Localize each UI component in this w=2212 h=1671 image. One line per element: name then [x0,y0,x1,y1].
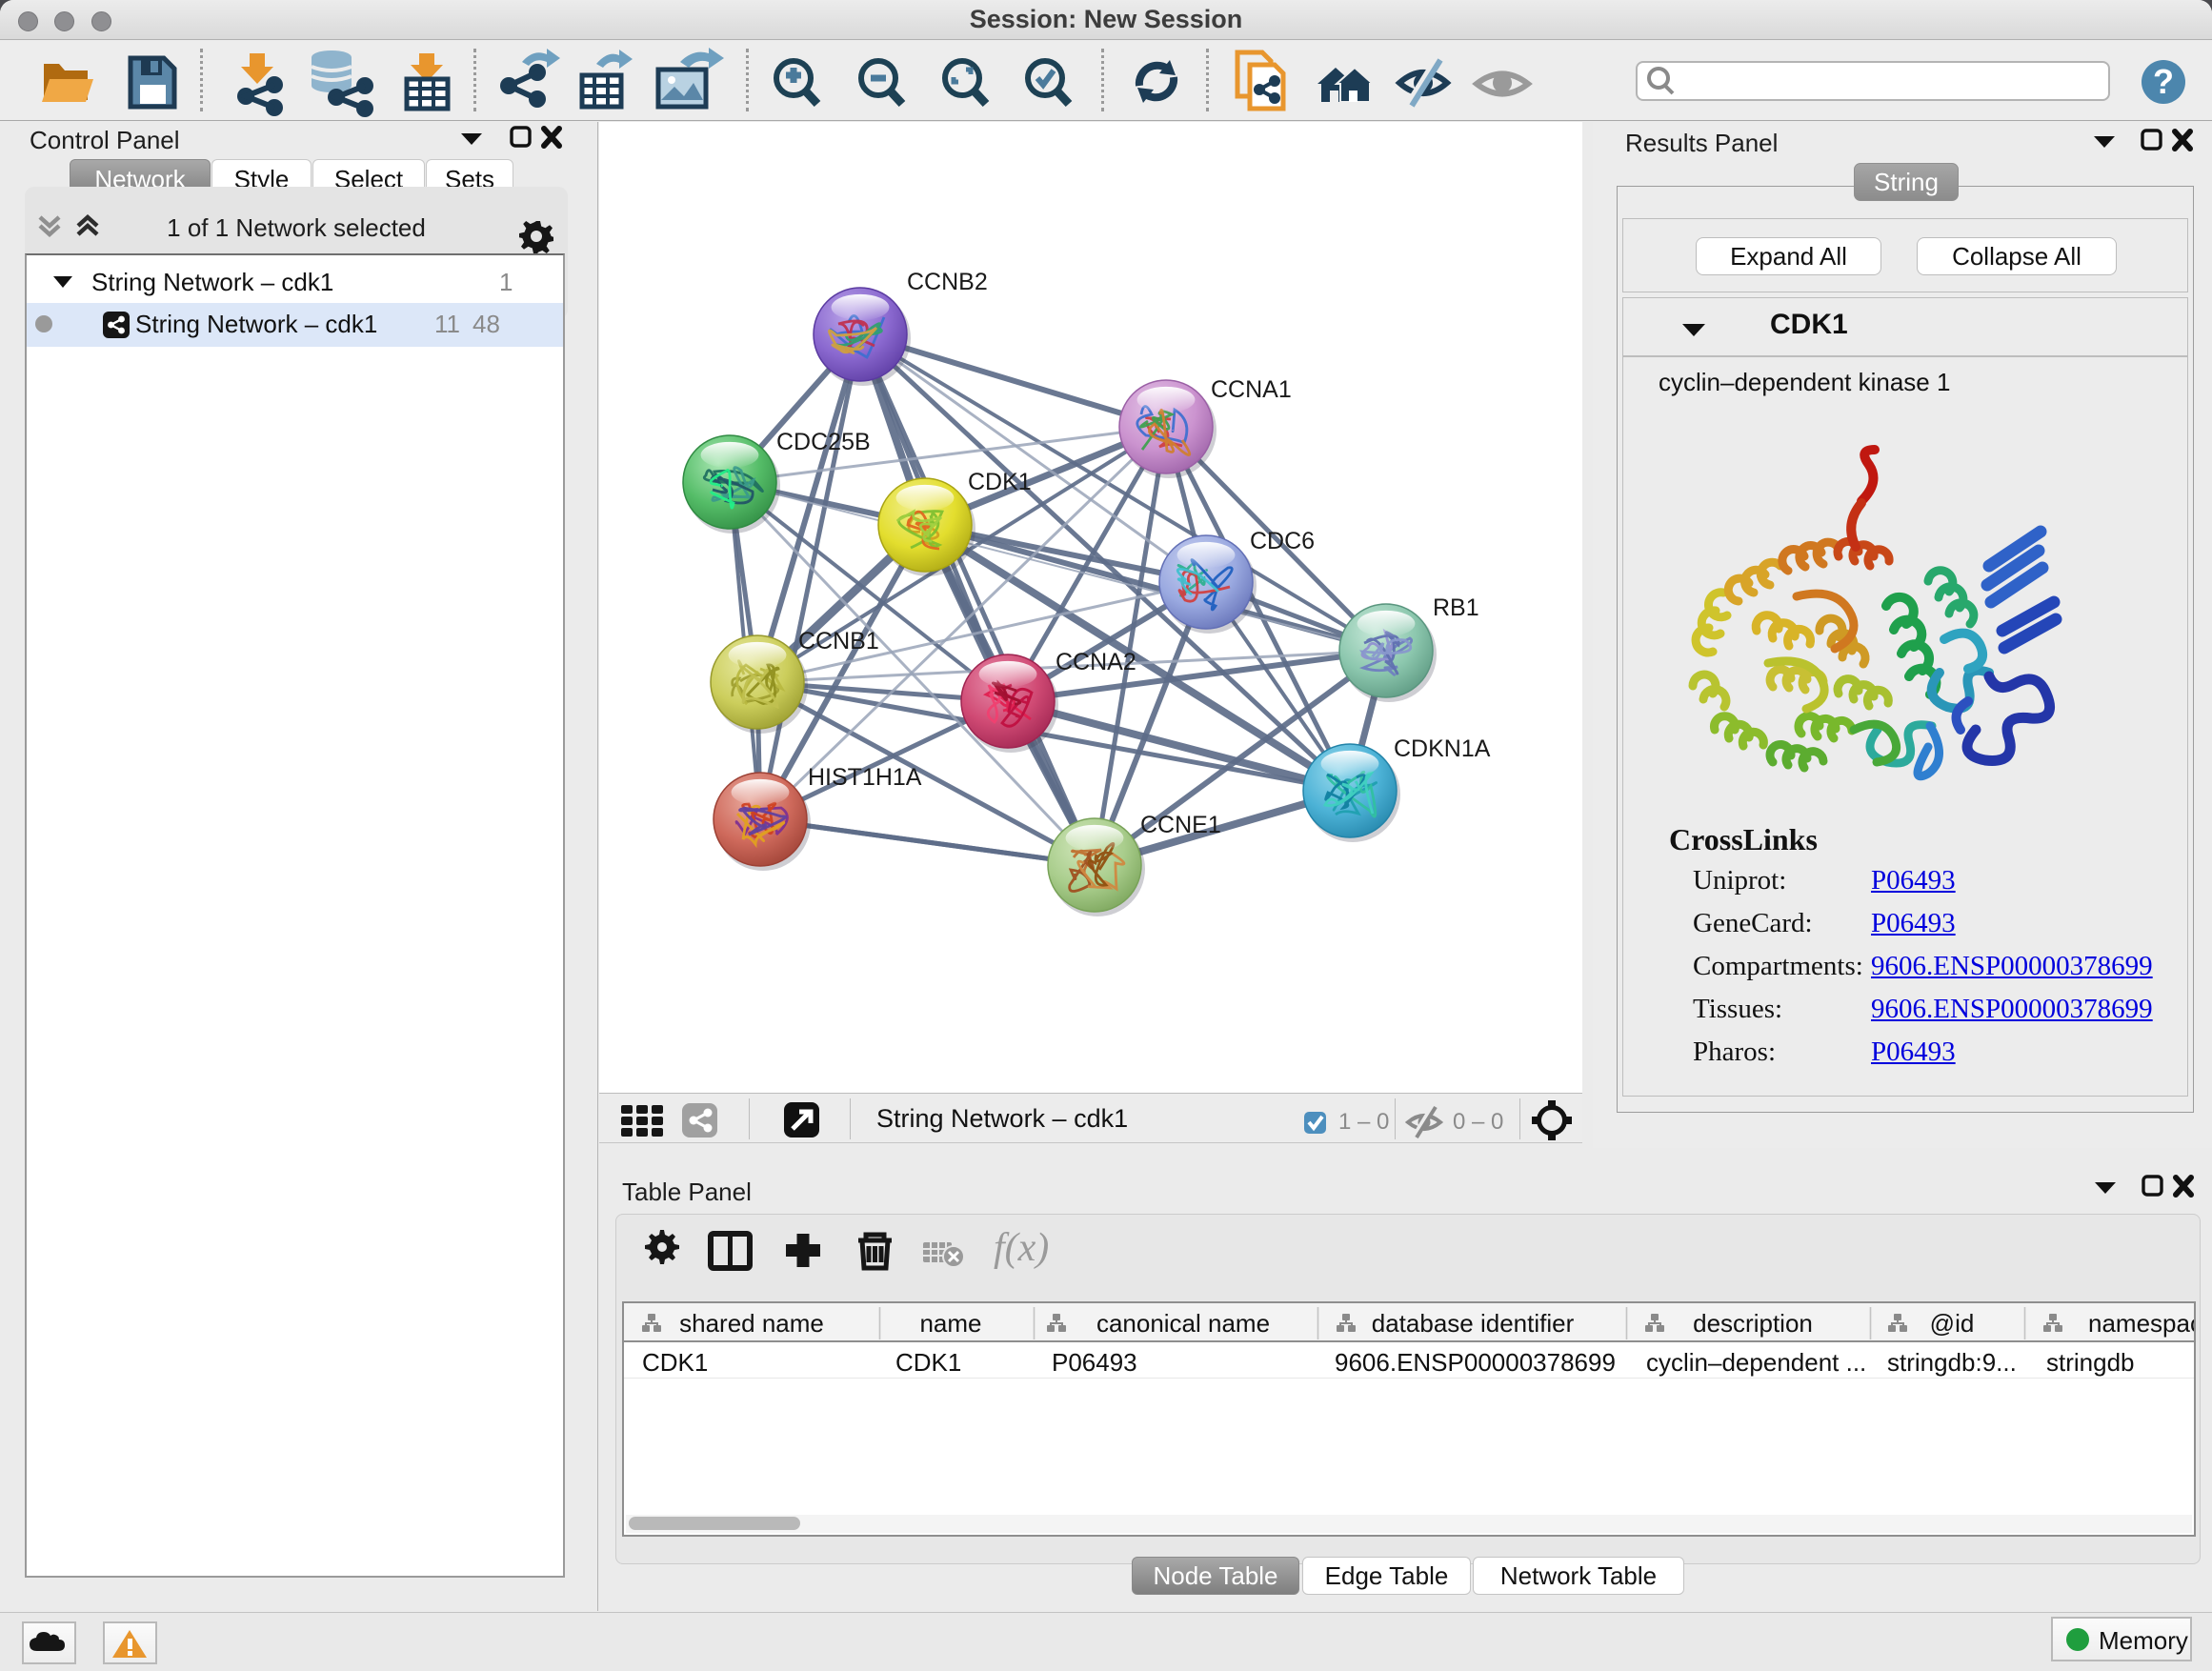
svg-text:canonical name: canonical name [1096,1309,1270,1338]
svg-text:name: name [919,1309,981,1338]
svg-text:9606.ENSP00000378699: 9606.ENSP00000378699 [1335,1348,1616,1377]
svg-text:database identifier: database identifier [1372,1309,1575,1338]
svg-text:@id: @id [1930,1309,1975,1338]
svg-text:CDK1: CDK1 [642,1348,708,1377]
svg-text:CDC25B: CDC25B [776,429,871,455]
svg-text:stringdb:9...: stringdb:9... [1887,1348,2017,1377]
svg-text:CDK1: CDK1 [968,469,1032,495]
svg-text:CDK1: CDK1 [895,1348,961,1377]
svg-text:stringdb: stringdb [2046,1348,2135,1377]
svg-text:CDC6: CDC6 [1250,528,1315,554]
svg-text:CCNA2: CCNA2 [1056,649,1136,675]
svg-text:CCNA1: CCNA1 [1211,376,1292,403]
svg-text:namespac: namespac [2088,1309,2194,1338]
svg-text:P06493: P06493 [1052,1348,1137,1377]
svg-text:description: description [1693,1309,1813,1338]
svg-text:?: ? [2153,62,2174,101]
svg-text:CDKN1A: CDKN1A [1394,735,1491,762]
svg-text:cyclin–dependent ...: cyclin–dependent ... [1646,1348,1866,1377]
svg-text:RB1: RB1 [1433,594,1479,621]
svg-text:shared name: shared name [679,1309,824,1338]
svg-text:1 – 0: 1 – 0 [1338,1109,1389,1135]
svg-text:0 – 0: 0 – 0 [1453,1109,1503,1135]
svg-text:CCNB1: CCNB1 [798,628,879,654]
svg-text:f(x): f(x) [994,1226,1049,1270]
svg-text:HIST1H1A: HIST1H1A [808,764,922,791]
svg-text:CCNB2: CCNB2 [907,269,988,295]
svg-text:CCNE1: CCNE1 [1140,812,1221,838]
